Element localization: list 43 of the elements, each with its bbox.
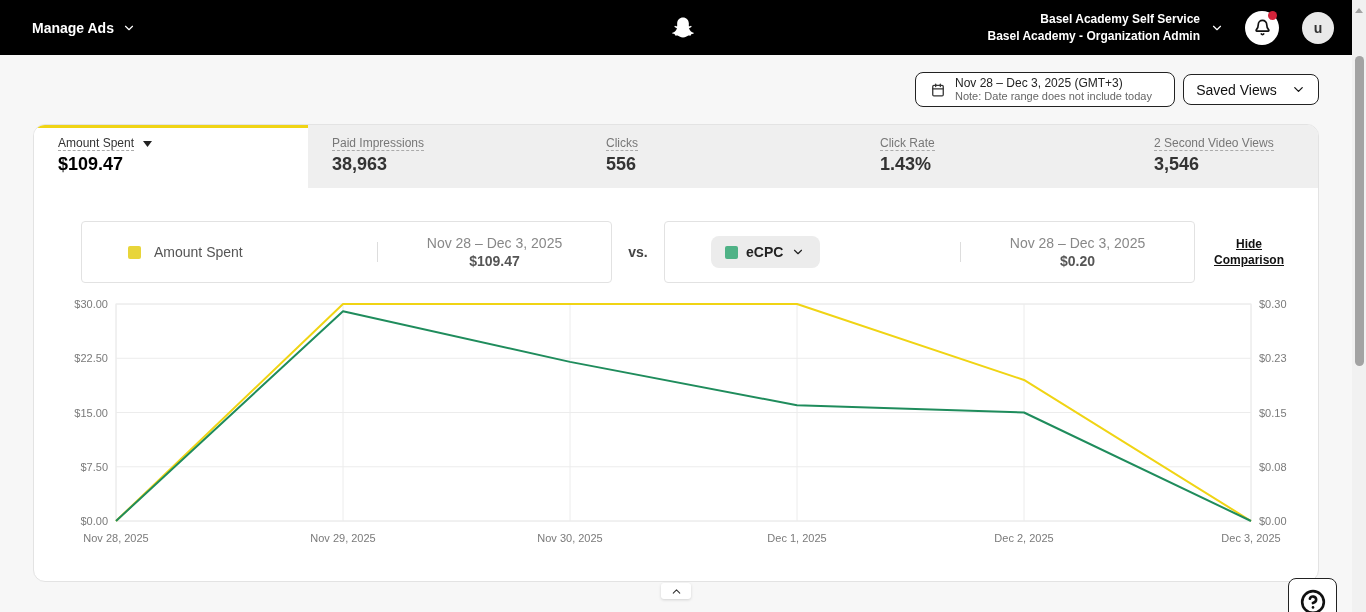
help-icon [1299,589,1326,612]
axis-tick-label: $0.08 [1259,460,1287,473]
account-menu[interactable]: Basel Academy Self Service Basel Academy - Organization Admin [987,10,1224,45]
scroll-up-icon[interactable] [1355,8,1363,13]
scrollbar-thumb[interactable] [1354,56,1364,366]
caret-down-icon [143,140,153,147]
metric-tab[interactable]: 2 Second Video Views 3,546 [1130,125,1318,188]
axis-tick-label: $15.00 [74,406,108,419]
saved-views-dropdown[interactable]: Saved Views [1183,74,1319,105]
metric-value: $0.20 [1059,252,1095,270]
metric-name: Amount Spent [154,244,243,260]
hide-comparison-link[interactable]: Hide Comparison [1211,236,1287,268]
axis-tick-label: $30.00 [74,298,108,310]
axis-tick-label: $0.30 [1259,298,1287,310]
axis-tick-label: Dec 3, 2025 [1221,532,1281,544]
profile-avatar[interactable]: u [1302,11,1334,44]
axis-tick-label: $0.23 [1259,352,1287,365]
axis-tick-label: Dec 1, 2025 [767,532,827,544]
metric-dropdown[interactable]: eCPC [711,236,820,268]
metric-tab[interactable]: Click Rate 1.43% [856,125,1130,188]
date-range-text: Nov 28 – Dec 3, 2025 [426,234,563,252]
manage-ads-menu[interactable]: Manage Ads [32,19,136,36]
axis-tick-label: $0.00 [1259,515,1287,527]
axis-tick-label: $0.15 [1259,406,1287,419]
date-range-text: Nov 28 – Dec 3, 2025 [1009,234,1146,252]
axis-tick-label: Nov 28, 2025 [83,532,149,544]
metric-value: $109.47 [469,252,520,270]
axis-tick-label: $7.50 [80,460,108,473]
ghost-logo-icon [672,16,694,39]
metric-tab[interactable]: Clicks 556 [582,125,856,188]
axis-tick-label: Dec 2, 2025 [994,532,1054,544]
date-range-picker[interactable]: Nov 28 – Dec 3, 2025 (GMT+3) Note: Date range does not include today [915,72,1175,107]
bell-icon [1253,19,1271,36]
axis-tick-label: $22.50 [74,352,108,365]
axis-tick-label: Nov 29, 2025 [310,532,376,544]
calendar-icon [931,82,945,97]
axis-tick-label: $0.00 [80,515,108,527]
versus-label: vs. [627,244,649,260]
notifications-button[interactable] [1245,10,1279,45]
collapse-button[interactable] [661,583,691,599]
metric-tab[interactable]: Paid Impressions 38,963 [308,125,582,188]
axis-tick-label: Nov 30, 2025 [537,532,603,544]
help-button[interactable] [1288,578,1337,612]
